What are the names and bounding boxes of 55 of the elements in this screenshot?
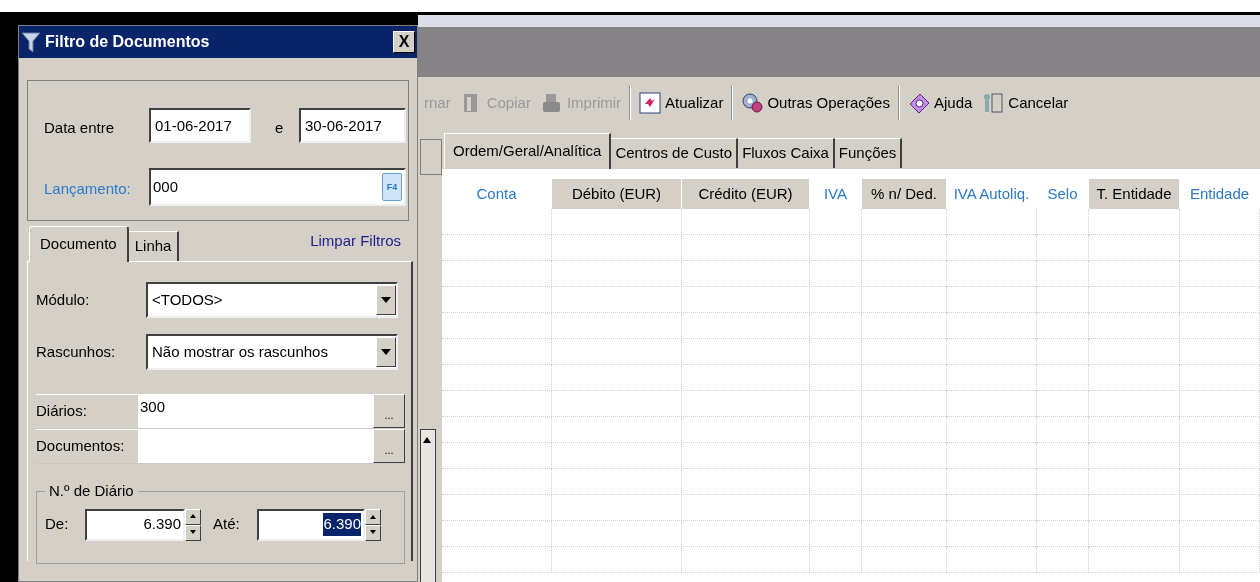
down-arrow-icon[interactable] xyxy=(370,529,376,534)
field-value: 000 xyxy=(153,176,180,197)
field-value: <TODOS> xyxy=(152,289,224,310)
dropdown-arrow-icon[interactable] xyxy=(381,349,391,355)
dropdown[interactable]: Não mostrar os rascunhos xyxy=(146,334,398,370)
spin-button[interactable] xyxy=(365,508,381,541)
group-title: N.º de Diário xyxy=(48,481,135,501)
field-value: 6.390 xyxy=(143,514,181,535)
number-field[interactable]: 6.390 xyxy=(85,508,185,541)
column-header[interactable]: Débito (EUR) xyxy=(552,179,682,209)
date-field[interactable]: 01-06-2017 xyxy=(149,108,251,143)
field-label: Lançamento: xyxy=(44,179,131,199)
field-value: 300 xyxy=(140,398,166,415)
field-label: Data entre xyxy=(44,118,115,138)
browse-button[interactable]: ... xyxy=(373,394,405,428)
spin-button[interactable] xyxy=(185,508,201,541)
toolbar-button[interactable]: Ajuda xyxy=(905,85,975,121)
field-label: Rascunhos: xyxy=(36,341,117,362)
close-button[interactable]: X xyxy=(393,31,415,53)
tab[interactable]: Documento xyxy=(29,226,129,262)
dropdown[interactable]: <TODOS> xyxy=(146,282,398,318)
browse-button[interactable]: ... xyxy=(373,429,405,463)
funnel-icon xyxy=(21,30,43,54)
window-title: Filtro de Documentos xyxy=(45,32,211,52)
input-field[interactable]: 300 xyxy=(138,394,373,428)
field-label: Módulo: xyxy=(36,289,91,310)
up-arrow-icon[interactable] xyxy=(370,514,376,519)
tab[interactable]: Ordem/Geral/Analítica xyxy=(444,133,612,169)
toolbar-button[interactable]: Outras Operações xyxy=(739,85,892,121)
field-value: 6.390 xyxy=(323,513,361,536)
date-field[interactable]: 30-06-2017 xyxy=(299,108,406,143)
field-label: e xyxy=(275,118,284,138)
panel-frame xyxy=(420,139,442,175)
scroll-up-icon[interactable] xyxy=(422,435,432,445)
printer-icon xyxy=(540,92,563,114)
number-field[interactable]: 6.390 xyxy=(257,508,365,541)
column-header[interactable]: % n/ Ded. xyxy=(862,179,947,209)
field-label: Até: xyxy=(213,514,241,535)
toolbar-button[interactable]: Cancelar xyxy=(980,85,1071,121)
up-arrow-icon[interactable] xyxy=(190,513,196,518)
dropdown-arrow-icon[interactable] xyxy=(381,297,391,303)
person-door-icon xyxy=(982,92,1005,114)
tab[interactable]: Linha xyxy=(128,231,180,261)
column-header[interactable]: Crédito (EUR) xyxy=(682,179,810,209)
column-header[interactable]: T. Entidade xyxy=(1089,179,1180,209)
help-icon xyxy=(907,92,930,114)
field-label: De: xyxy=(45,514,70,535)
input-field[interactable] xyxy=(138,429,373,463)
gears-icon xyxy=(741,92,764,114)
refresh-icon xyxy=(639,92,662,114)
down-arrow-icon[interactable] xyxy=(190,529,196,534)
toolbar-button[interactable]: Atualizar xyxy=(637,85,726,121)
field-value: Não mostrar os rascunhos xyxy=(152,341,329,362)
clear-filters-link[interactable]: Limpar Filtros xyxy=(310,230,401,253)
entry-field[interactable]: 000 F4 xyxy=(149,168,406,206)
